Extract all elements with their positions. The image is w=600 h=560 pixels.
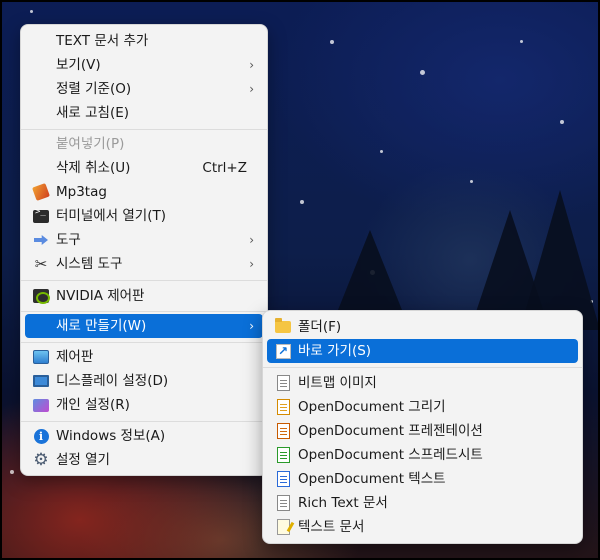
pine-tree: [520, 190, 600, 330]
menu-item-personalize[interactable]: 개인 설정(R): [25, 393, 263, 417]
shortcut-text: Ctrl+Z: [202, 160, 247, 176]
snowflake: [300, 200, 304, 204]
menu-item-label: OpenDocument 그리기: [298, 399, 446, 415]
terminal-icon: [33, 207, 49, 224]
menu-item-label: NVIDIA 제어판: [56, 288, 145, 304]
menu-item-new[interactable]: 새로 만들기(W) ›: [25, 314, 263, 338]
menu-item-open-settings[interactable]: ⚙ 설정 열기: [25, 448, 263, 472]
chevron-right-icon: ›: [249, 58, 254, 72]
menu-item-windows-info[interactable]: i Windows 정보(A): [25, 424, 263, 448]
desktop-context-menu: TEXT 문서 추가 보기(V) › 정렬 기준(O) › 새로 고침(E) 붙…: [20, 24, 268, 476]
menu-item-label: 폴더(F): [298, 319, 342, 335]
menu-item-label: OpenDocument 텍스트: [298, 471, 446, 487]
submenu-item-bitmap[interactable]: 비트맵 이미지: [267, 371, 578, 395]
menu-separator: [21, 342, 267, 343]
info-icon: i: [33, 428, 49, 444]
ods-icon: [275, 447, 291, 463]
menu-item-refresh[interactable]: 새로 고침(E): [25, 101, 263, 125]
menu-item-nvidia-control-panel[interactable]: NVIDIA 제어판: [25, 284, 263, 308]
menu-item-label: 텍스트 문서: [298, 519, 365, 535]
menu-item-label: 개인 설정(R): [56, 397, 130, 413]
menu-item-label: 바로 가기(S): [298, 343, 372, 359]
snowflake: [560, 120, 564, 124]
menu-item-label: 새로 만들기(W): [56, 318, 147, 334]
submenu-item-folder[interactable]: 폴더(F): [267, 315, 578, 339]
menu-item-paste: 붙여넣기(P): [25, 132, 263, 156]
menu-item-label: 제어판: [56, 349, 94, 365]
menu-item-label: TEXT 문서 추가: [56, 33, 149, 49]
menu-item-label: 비트맵 이미지: [298, 375, 377, 391]
text-doc-icon: [275, 519, 291, 535]
menu-item-label: 삭제 취소(U): [56, 160, 131, 176]
submenu-item-odp[interactable]: OpenDocument 프레젠테이션: [267, 419, 578, 443]
chevron-right-icon: ›: [249, 257, 254, 271]
submenu-item-shortcut[interactable]: ↗ 바로 가기(S): [267, 339, 578, 363]
snowflake: [30, 10, 33, 13]
menu-item-label: OpenDocument 스프레드시트: [298, 447, 483, 463]
submenu-item-odt[interactable]: OpenDocument 텍스트: [267, 467, 578, 491]
menu-item-label: 정렬 기준(O): [56, 81, 132, 97]
menu-item-label: 도구: [56, 232, 81, 248]
menu-item-label: Windows 정보(A): [56, 428, 166, 444]
control-panel-icon: [33, 349, 49, 365]
menu-item-sort-by[interactable]: 정렬 기준(O) ›: [25, 77, 263, 101]
menu-separator: [21, 129, 267, 130]
menu-item-label: 새로 고침(E): [56, 105, 130, 121]
menu-item-label: 디스플레이 설정(D): [56, 373, 169, 389]
snowflake: [470, 180, 473, 183]
menu-item-mp3tag[interactable]: Mp3tag: [25, 180, 263, 204]
menu-item-display-settings[interactable]: 디스플레이 설정(D): [25, 369, 263, 393]
menu-item-open-in-terminal[interactable]: 터미널에서 열기(T): [25, 204, 263, 228]
odp-icon: [275, 423, 291, 439]
menu-item-label: Mp3tag: [56, 184, 107, 200]
tool-arrow-icon: [33, 232, 49, 248]
submenu-item-text-document[interactable]: 텍스트 문서: [267, 515, 578, 539]
new-submenu: 폴더(F) ↗ 바로 가기(S) 비트맵 이미지 OpenDocument 그리…: [262, 310, 583, 544]
snowflake: [330, 40, 334, 44]
menu-separator: [21, 280, 267, 281]
personalize-icon: [33, 397, 49, 413]
menu-item-label: Rich Text 문서: [298, 495, 388, 511]
menu-item-label: 터미널에서 열기(T): [56, 208, 167, 224]
menu-item-add-text-document[interactable]: TEXT 문서 추가: [25, 29, 263, 53]
snowflake: [420, 70, 425, 75]
snowflake: [380, 150, 383, 153]
snowflake: [10, 470, 14, 474]
shortcut-icon: ↗: [275, 343, 291, 359]
menu-item-control-panel[interactable]: 제어판: [25, 345, 263, 369]
nvidia-icon: [33, 288, 50, 304]
menu-separator: [263, 367, 582, 368]
odg-icon: [275, 399, 291, 415]
menu-separator: [21, 421, 267, 422]
menu-item-label: OpenDocument 프레젠테이션: [298, 423, 483, 439]
menu-item-label: 설정 열기: [56, 452, 110, 468]
menu-item-undo-delete[interactable]: 삭제 취소(U) Ctrl+Z: [25, 156, 263, 180]
gear-icon: ⚙: [33, 450, 49, 470]
menu-item-label: 붙여넣기(P): [56, 136, 125, 152]
system-tools-icon: ✂: [34, 255, 48, 273]
odt-icon: [275, 471, 291, 487]
submenu-item-odg[interactable]: OpenDocument 그리기: [267, 395, 578, 419]
menu-item-label: 시스템 도구: [56, 256, 123, 272]
bitmap-icon: [275, 375, 291, 391]
menu-separator: [21, 311, 267, 312]
folder-icon: [275, 318, 291, 335]
snowflake: [520, 40, 523, 43]
chevron-right-icon: ›: [249, 82, 254, 96]
display-icon: [33, 373, 49, 389]
mp3tag-icon: [32, 183, 50, 201]
submenu-item-ods[interactable]: OpenDocument 스프레드시트: [267, 443, 578, 467]
rtf-icon: [275, 495, 291, 511]
submenu-item-rtf[interactable]: Rich Text 문서: [267, 491, 578, 515]
menu-item-label: 보기(V): [56, 57, 101, 73]
chevron-right-icon: ›: [249, 319, 254, 333]
chevron-right-icon: ›: [249, 233, 254, 247]
menu-item-system-tools[interactable]: ✂ 시스템 도구 ›: [25, 252, 263, 276]
menu-item-view[interactable]: 보기(V) ›: [25, 53, 263, 77]
menu-item-tools[interactable]: 도구 ›: [25, 228, 263, 252]
